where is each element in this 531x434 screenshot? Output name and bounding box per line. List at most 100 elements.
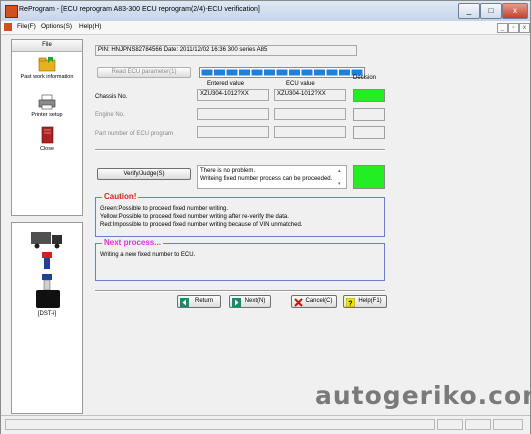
progress-segment: [214, 69, 225, 76]
truck-icon: [31, 232, 62, 249]
mdi-minimize-button[interactable]: _: [497, 23, 508, 33]
caution-title: Caution!: [102, 192, 139, 201]
progress-segment: [264, 69, 275, 76]
help-button[interactable]: ? Help(F1): [343, 295, 387, 308]
sidebar-item-label: Past work information: [20, 74, 74, 80]
cancel-button[interactable]: Cancel(C): [291, 295, 337, 308]
status-cell-1: [437, 419, 463, 430]
progress-segment: [226, 69, 238, 76]
engine-decision-indicator: [353, 108, 385, 121]
file-sidebar: File Past work information Printer setup: [11, 39, 83, 216]
maximize-button[interactable]: □: [480, 3, 502, 19]
vehicle-panel: [DST-i]: [11, 222, 83, 414]
engine-ecu-value: [274, 108, 346, 120]
close-window-button[interactable]: x: [502, 3, 528, 19]
progress-bar: [199, 67, 365, 78]
status-bar: [1, 415, 530, 434]
next-label: Next(N): [244, 298, 266, 304]
progress-segment: [276, 69, 288, 76]
col-decision-header: Decision: [353, 75, 377, 81]
cancel-label: Cancel(C): [305, 298, 333, 304]
window-title: ReProgram - [ECU reprogram A83-300 ECU r…: [19, 6, 260, 13]
cancel-x-icon: [294, 298, 303, 307]
progress-segment: [201, 69, 213, 76]
progress-segment: [314, 69, 325, 76]
caution-text: Green:Possible to proceed fixed number w…: [100, 205, 302, 229]
next-process-title: Next process...: [102, 238, 163, 247]
chassis-decision-indicator: [353, 89, 385, 102]
chassis-ecu-value: XZU304-1012?XX: [274, 89, 346, 101]
verify-message-line1: There is no problem.: [200, 168, 256, 174]
title-bar: ReProgram - [ECU reprogram A83-300 ECU r…: [1, 1, 530, 22]
separator-top: [95, 149, 385, 151]
verify-message-line2: Writeing fixed number process can be pro…: [200, 176, 333, 182]
row-part-number-label: Part number of ECU program: [95, 131, 174, 137]
progress-segment: [301, 69, 313, 76]
col-ecu-header: ECU value: [286, 81, 315, 87]
sidebar-header: File: [12, 40, 82, 52]
printer-icon: [38, 94, 56, 110]
mdi-child-icon: [4, 23, 12, 31]
main-panel: PIN: HNJPNS82784566 Date: 2011/12/02 16:…: [91, 39, 522, 412]
next-button[interactable]: Next(N): [229, 295, 271, 308]
mdi-restore-button[interactable]: ▫: [508, 23, 519, 33]
connector-red-icon: [42, 252, 52, 269]
menu-file[interactable]: File(F): [17, 23, 36, 30]
verify-judge-button[interactable]: Verify/Judge(S): [97, 168, 191, 180]
status-cell-main: [5, 419, 435, 430]
scroll-up-icon[interactable]: ▴: [338, 167, 341, 175]
return-label: Return: [194, 298, 213, 304]
folder-icon: [38, 57, 56, 72]
row-engine-label: Engine No.: [95, 112, 125, 118]
pin-header-box: PIN: HNJPNS82784566 Date: 2011/12/02 16:…: [95, 45, 357, 56]
dst-device-icon: [36, 290, 60, 308]
menu-bar: File(F) Options(S) Help(H): [1, 21, 530, 35]
status-cell-2: [465, 419, 491, 430]
dst-device-label: [DST-i]: [37, 311, 57, 317]
progress-segment: [326, 69, 338, 76]
book-icon: [41, 126, 54, 144]
progress-fill: [201, 69, 363, 76]
sidebar-item-close[interactable]: Close: [12, 126, 82, 152]
next-process-group: Next process... Writing a new fixed numb…: [95, 238, 385, 281]
progress-segment: [251, 69, 263, 76]
return-arrow-icon: [180, 298, 189, 307]
progress-segment: [289, 69, 300, 76]
sidebar-item-past-work[interactable]: Past work information: [12, 56, 82, 80]
verify-message-box: There is no problem. Writeing fixed numb…: [197, 165, 347, 189]
engine-entered-value: [197, 108, 269, 120]
col-entered-header: Entered value: [207, 81, 245, 87]
app-window: ReProgram - [ECU reprogram A83-300 ECU r…: [0, 0, 531, 434]
menu-help[interactable]: Help(H): [79, 23, 101, 30]
verify-decision-indicator: [353, 165, 385, 189]
caution-group: Caution! Green:Possible to proceed fixed…: [95, 192, 385, 237]
progress-segment: [239, 69, 250, 76]
chassis-entered-value: XZU304-1012?XX: [197, 89, 269, 101]
watermark-text: autogeriko.com: [315, 381, 531, 410]
caution-line-red: Red:Impossible to proceed fixed number w…: [100, 222, 303, 228]
sidebar-item-label: Close: [39, 146, 55, 152]
next-process-text: Writing a new fixed number to ECU.: [100, 252, 196, 258]
status-cell-3: [493, 419, 523, 430]
minimize-button[interactable]: _: [458, 3, 480, 19]
progress-segment: [339, 69, 350, 76]
sidebar-item-label: Printer setup: [31, 112, 63, 118]
caution-line-yellow: Yellow:Possible to proceed fixed number …: [100, 214, 289, 220]
row-chassis-label: Chassis No.: [95, 94, 128, 100]
part-decision-indicator: [353, 126, 385, 139]
app-icon: [5, 5, 18, 18]
menu-options[interactable]: Options(S): [41, 23, 72, 30]
separator-bottom: [95, 290, 385, 292]
caution-line-green: Green:Possible to proceed fixed number w…: [100, 206, 229, 212]
return-button[interactable]: Return: [177, 295, 221, 308]
scroll-down-icon[interactable]: ▾: [338, 180, 341, 188]
read-ecu-button[interactable]: Read ECU parameter(1): [97, 67, 191, 78]
help-icon: ?: [346, 298, 355, 307]
mdi-close-button[interactable]: x: [519, 23, 530, 33]
sidebar-item-printer-setup[interactable]: Printer setup: [12, 94, 82, 118]
part-entered-value: [197, 126, 269, 138]
help-label: Help(F1): [358, 298, 382, 304]
next-arrow-icon: [232, 298, 241, 307]
svg-text:?: ?: [348, 301, 352, 308]
part-ecu-value: [274, 126, 346, 138]
